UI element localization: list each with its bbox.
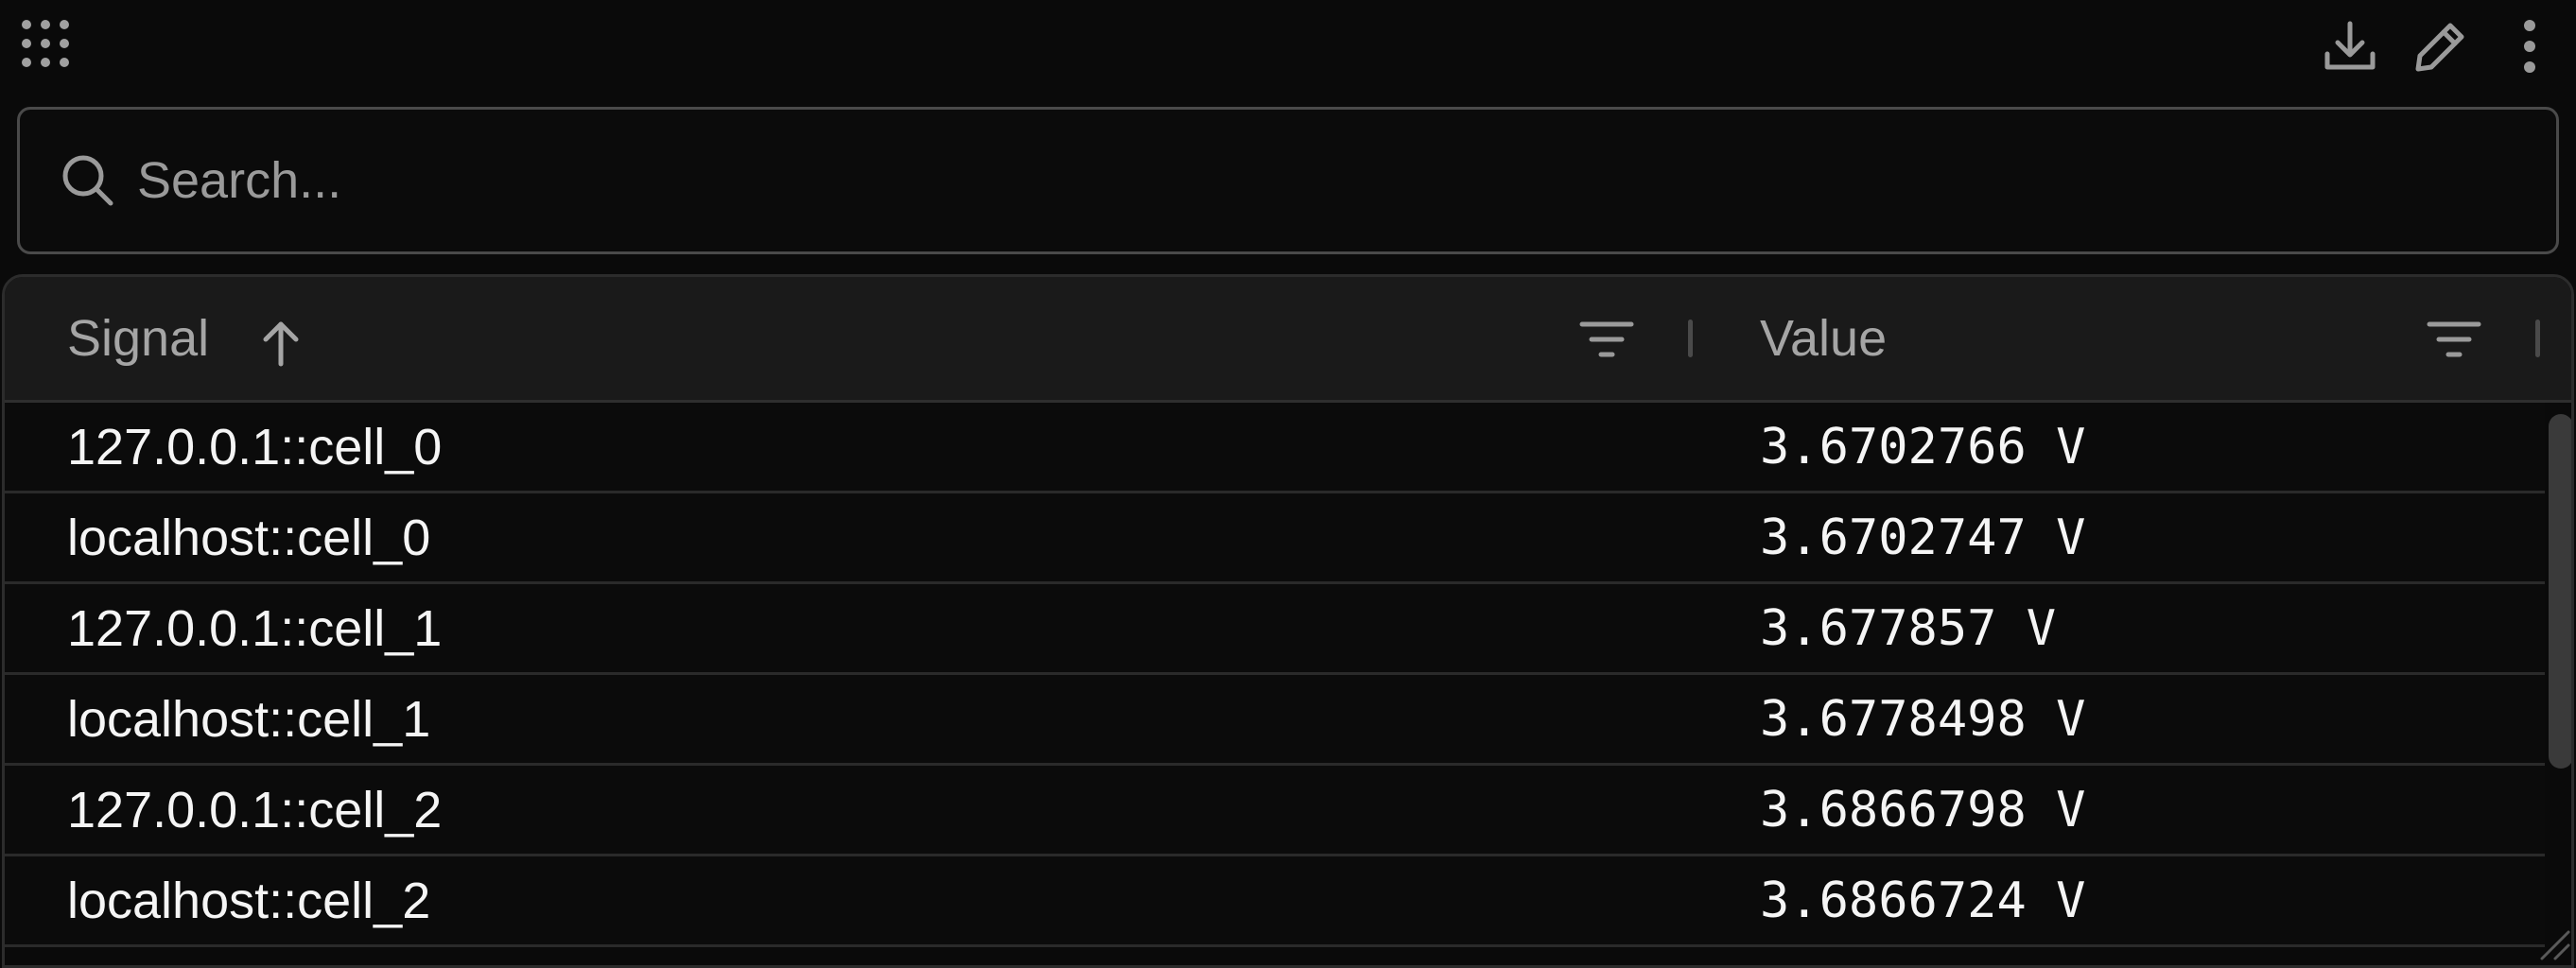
signal-cell: 127.0.0.1::cell_2: [67, 781, 443, 838]
grid-icon[interactable]: [19, 17, 72, 70]
download-icon[interactable]: [2317, 13, 2383, 79]
column-header-value[interactable]: Value: [1760, 277, 1887, 400]
table-header: Signal Value: [5, 277, 2571, 403]
filter-icon[interactable]: [2422, 311, 2486, 368]
table-row[interactable]: localhost::cell_1 3.6778498 V: [5, 675, 2545, 766]
signal-cell: 127.0.0.1::cell_0: [67, 418, 443, 475]
filter-icon[interactable]: [1575, 311, 1639, 368]
column-resize-handle[interactable]: [1688, 320, 1693, 357]
table-row[interactable]: localhost::cell_2 3.6866724 V: [5, 856, 2545, 947]
table-row[interactable]: 127.0.0.1::cell_1 3.677857 V: [5, 584, 2545, 675]
column-header-signal[interactable]: Signal: [67, 277, 209, 400]
signal-cell: localhost::cell_1: [67, 690, 431, 748]
scrollbar-thumb[interactable]: [2549, 414, 2571, 769]
search-box: [17, 107, 2559, 254]
signal-table-panel: Signal Value: [0, 0, 2576, 968]
value-cell: 3.6702766 V: [1760, 418, 2086, 475]
signal-cell: 127.0.0.1::cell_1: [67, 599, 443, 657]
signal-cell: localhost::cell_0: [67, 509, 431, 566]
value-cell: 3.677857 V: [1760, 599, 2057, 657]
sort-ascending-icon[interactable]: [252, 315, 309, 372]
column-resize-handle[interactable]: [2535, 320, 2540, 357]
vertical-scrollbar[interactable]: [2545, 403, 2571, 965]
table-row[interactable]: localhost::cell_0 3.6702747 V: [5, 493, 2545, 584]
table-row[interactable]: 127.0.0.1::cell_2 3.6866798 V: [5, 766, 2545, 856]
pencil-icon[interactable]: [2408, 13, 2474, 79]
search-input[interactable]: [137, 110, 2556, 251]
kebab-icon[interactable]: [2508, 13, 2551, 79]
signal-cell: localhost::cell_2: [67, 872, 431, 929]
value-cell: 3.6702747 V: [1760, 509, 2086, 566]
value-cell: 3.6778498 V: [1760, 690, 2086, 748]
value-cell: 3.6866724 V: [1760, 872, 2086, 929]
table-row[interactable]: 127.0.0.1::cell_0 3.6702766 V: [5, 403, 2545, 493]
resize-grip-icon[interactable]: [2534, 925, 2572, 962]
search-icon: [56, 148, 120, 213]
signal-table: Signal Value 127.0.0.1::cell_0 3.6702766…: [2, 274, 2574, 968]
value-cell: 3.6866798 V: [1760, 781, 2086, 838]
table-body: 127.0.0.1::cell_0 3.6702766 V localhost:…: [5, 403, 2545, 947]
